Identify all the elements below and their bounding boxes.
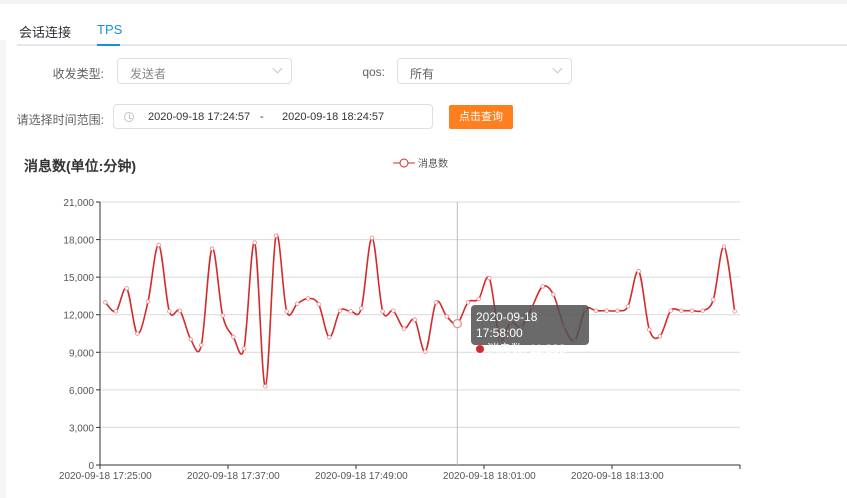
data-point [252, 240, 257, 245]
data-point [689, 308, 695, 313]
data-point [209, 246, 215, 251]
data-point [348, 309, 353, 314]
data-point [593, 308, 599, 313]
series-line [104, 233, 736, 388]
data-point [295, 301, 300, 306]
y-tick-label: 18,000 [63, 236, 94, 247]
data-point [188, 337, 193, 342]
data-point [401, 326, 407, 331]
data-point [337, 308, 343, 313]
data-point [241, 346, 247, 351]
data-point [636, 268, 641, 274]
data-point [135, 331, 140, 336]
data-point [316, 302, 321, 307]
data-point [657, 334, 663, 339]
data-point [476, 296, 481, 302]
highlighted-data-point [452, 319, 462, 329]
data-point [647, 327, 652, 332]
x-tick-label: 2020-09-18 18:13:00 [571, 471, 664, 482]
y-tick-label: 9,000 [69, 348, 94, 359]
data-point [263, 384, 268, 389]
data-point [220, 313, 225, 318]
data-point [284, 309, 289, 314]
data-point [732, 309, 737, 314]
x-tick-label: 2020-09-18 17:49:00 [315, 471, 408, 482]
data-point [145, 299, 151, 304]
tooltip-value: 11,288 [529, 342, 566, 356]
data-point [700, 308, 705, 313]
data-point [369, 235, 375, 241]
series-dot-icon [476, 345, 484, 353]
data-point [359, 306, 364, 311]
data-point [327, 335, 332, 340]
data-point [124, 286, 129, 291]
data-point [156, 242, 161, 248]
data-point [615, 308, 620, 313]
data-point [167, 309, 172, 314]
data-point [551, 292, 556, 297]
data-point [711, 297, 716, 302]
data-point [423, 349, 428, 354]
data-point [679, 308, 684, 313]
data-point [113, 309, 119, 314]
y-tick-label: 21,000 [63, 198, 94, 209]
data-point [103, 300, 108, 305]
x-tick-label: 2020-09-18 17:25:00 [59, 471, 152, 482]
data-point [668, 308, 673, 313]
data-point [444, 314, 449, 319]
y-tick-label: 6,000 [69, 386, 94, 397]
y-tick-label: 3,000 [69, 423, 94, 434]
data-point [604, 308, 609, 313]
tooltip-series: 消息数 [487, 342, 524, 356]
data-point [721, 244, 727, 249]
data-point [433, 300, 439, 305]
data-point [273, 233, 279, 238]
data-point [487, 275, 492, 281]
data-point [199, 342, 204, 348]
data-point [305, 296, 311, 301]
tooltip-time: 2020-09-18 17:58:00 [476, 310, 538, 340]
x-tick-label: 2020-09-18 17:37:00 [187, 471, 280, 482]
data-point [231, 334, 236, 340]
y-tick-label: 15,000 [63, 273, 94, 284]
data-point [625, 304, 631, 309]
x-tick-label: 2020-09-18 18:01:00 [443, 471, 536, 482]
y-tick-label: 12,000 [63, 311, 94, 322]
data-point [465, 300, 471, 305]
chart-tooltip: 2020-09-18 17:58:00 消息数: 11,288 [471, 305, 589, 356]
line-chart: 03,0006,0009,00012,00015,00018,00021,000… [59, 198, 741, 482]
data-point [412, 317, 417, 322]
data-point [380, 309, 385, 314]
data-point [177, 308, 183, 313]
data-point [391, 308, 396, 313]
data-point [540, 284, 545, 289]
